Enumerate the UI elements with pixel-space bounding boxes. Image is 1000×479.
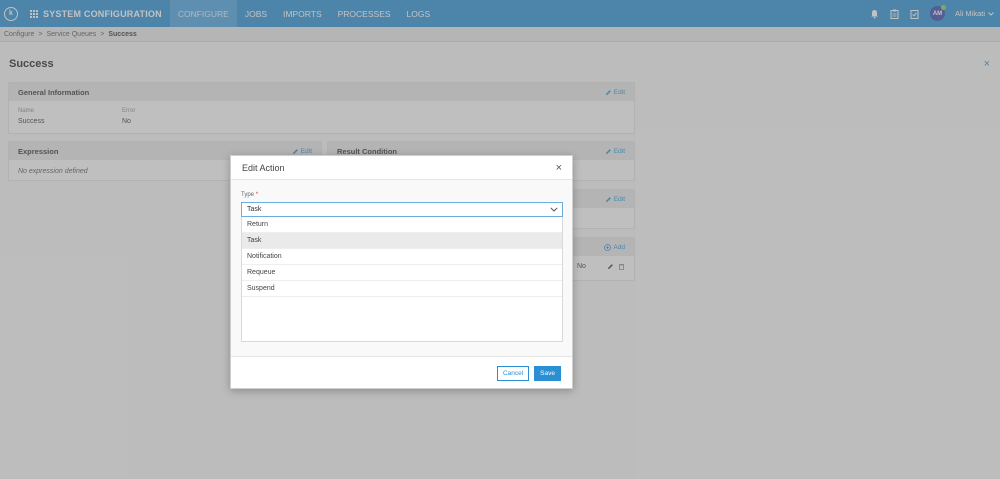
type-select[interactable]: Task xyxy=(241,202,563,217)
edit-action-dialog: Edit Action × Type * Task Return Task No… xyxy=(230,155,573,389)
required-marker: * xyxy=(255,192,259,198)
cancel-button[interactable]: Cancel xyxy=(496,365,530,381)
type-select-value: Task xyxy=(247,206,262,213)
dialog-header: Edit Action × xyxy=(231,156,572,180)
save-button[interactable]: Save xyxy=(534,365,561,381)
option-return[interactable]: Return xyxy=(242,217,562,233)
type-field-label: Type * xyxy=(241,192,259,198)
option-suspend[interactable]: Suspend xyxy=(242,281,562,297)
option-requeue[interactable]: Requeue xyxy=(242,265,562,281)
close-icon[interactable]: × xyxy=(556,162,562,174)
dialog-title: Edit Action xyxy=(242,162,285,173)
option-notification[interactable]: Notification xyxy=(242,249,562,265)
dialog-footer: Cancel Save xyxy=(231,356,572,389)
chevron-down-icon xyxy=(550,207,558,212)
type-options-list: Return Task Notification Requeue Suspend xyxy=(241,217,563,342)
option-task[interactable]: Task xyxy=(242,233,562,249)
dialog-body: Type * Task Return Task Notification Req… xyxy=(231,180,572,356)
